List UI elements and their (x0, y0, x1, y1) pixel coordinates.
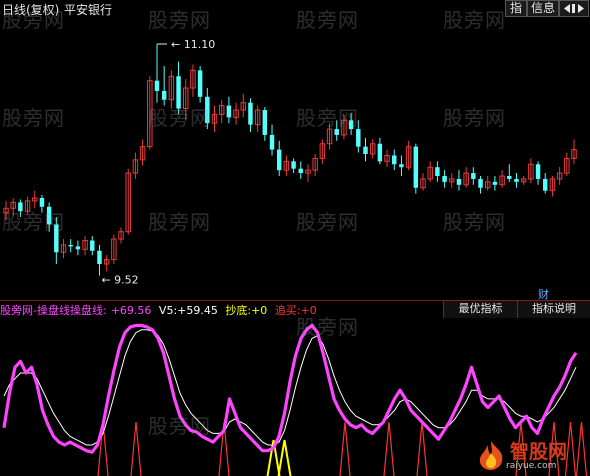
candle-body (478, 178, 483, 188)
candle-body (97, 250, 102, 264)
chase-buy-signal (383, 421, 395, 476)
chase-buy-signal (339, 421, 351, 476)
candle-body (413, 146, 419, 188)
low-price-label: ← 9.52 (101, 274, 138, 287)
chase-buy-signal (416, 421, 428, 476)
candle-body (377, 143, 383, 162)
tab-indicator-help[interactable]: 指标说明 (517, 301, 590, 318)
candle-body (269, 134, 275, 150)
arrow-left-right-icon (564, 4, 584, 13)
buy-value: +0 (251, 304, 268, 317)
flame-logo-icon (479, 441, 503, 470)
tab-best-indicator[interactable]: 最优指标 (443, 301, 517, 318)
period-label[interactable]: 日线(复权) (2, 1, 59, 18)
candle-body (176, 76, 181, 109)
operation-line (2, 323, 578, 454)
candle-body (356, 129, 361, 147)
candle-body (276, 149, 282, 171)
bottom-buy-signal (277, 439, 292, 476)
candle-body (543, 178, 548, 191)
candle-body (507, 176, 512, 179)
candle-body (291, 161, 296, 169)
candle-body (262, 110, 268, 135)
candle-body (248, 102, 253, 125)
line2-label: V5: (158, 304, 178, 317)
candle-body (456, 178, 462, 185)
chase-label: 追买: (274, 304, 301, 317)
indicator-name: 股旁网-操盘线 (0, 304, 70, 317)
candle-body (348, 120, 354, 130)
candle-body (46, 206, 52, 225)
candle-body (154, 80, 160, 91)
candle-body (442, 176, 447, 182)
site-logo: 智股网 raiyue.com (474, 437, 586, 473)
chart-header: 日线(复权) 平安银行 指 信息 (0, 0, 590, 18)
candle-body (54, 224, 59, 253)
candle-body (205, 96, 210, 124)
candle-body (39, 198, 45, 207)
candle-body (435, 167, 440, 176)
candlestick-chart[interactable]: ← 11.10 ← 9.52 (0, 18, 590, 300)
logo-text: 智股网 (510, 441, 568, 463)
candle-body (18, 202, 23, 212)
line2-value: +59.45 (177, 304, 218, 317)
nav-arrows-button[interactable] (559, 0, 589, 17)
info-button[interactable]: 信息 (527, 0, 559, 17)
buy-label: 抄底: (225, 304, 252, 317)
candle-body (492, 181, 498, 185)
line1-label: 操盘线: (69, 304, 107, 317)
line1-value: +69.56 (110, 304, 152, 317)
logo-url: raiyue.com (506, 461, 557, 471)
candle-body (161, 90, 167, 100)
indicator-legend: 股旁网-操盘线操盘线: +69.56 V5:+59.45 抄底:+0 追买:+0 (0, 302, 321, 318)
candle-body (90, 240, 95, 251)
candle-body (514, 178, 519, 182)
index-button[interactable]: 指 (505, 0, 527, 17)
stock-name[interactable]: 平安银行 (64, 1, 112, 18)
candle-body (334, 129, 339, 135)
candle-body (197, 70, 203, 97)
candle-body (399, 164, 404, 168)
candle-body (75, 246, 81, 250)
chase-value: +0 (300, 304, 317, 317)
candle-body (535, 164, 541, 179)
candle-body (226, 105, 232, 118)
candle-body (298, 168, 304, 174)
high-price-label: ← 11.10 (171, 38, 215, 51)
candle-body (471, 173, 476, 179)
chase-buy-signal (130, 421, 142, 476)
candle-body (392, 155, 397, 165)
candle-body (68, 244, 73, 247)
candle-body (363, 146, 368, 154)
